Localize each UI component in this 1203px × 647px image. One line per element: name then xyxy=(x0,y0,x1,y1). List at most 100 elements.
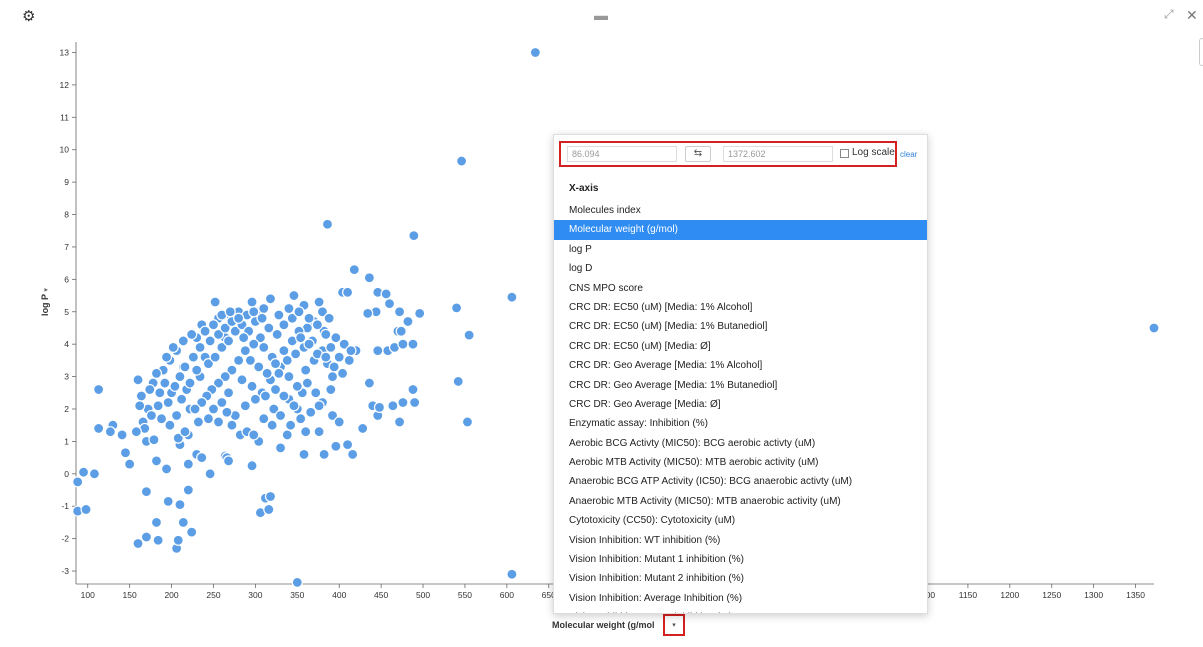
data-point[interactable] xyxy=(281,354,293,366)
data-point[interactable] xyxy=(288,289,300,302)
data-point[interactable] xyxy=(132,374,144,386)
data-point[interactable] xyxy=(455,155,468,167)
x-axis-selector[interactable]: Molecular weight (g/mol xyxy=(552,613,655,637)
data-point[interactable] xyxy=(393,416,406,428)
data-point[interactable] xyxy=(249,393,261,405)
axis-option[interactable]: log D xyxy=(554,259,927,278)
data-point[interactable] xyxy=(330,332,342,344)
data-point[interactable] xyxy=(290,348,302,360)
axis-option[interactable]: Vision Inhibition: WT inhibition (%) xyxy=(554,531,927,550)
data-point[interactable] xyxy=(261,367,273,379)
data-point[interactable] xyxy=(222,455,235,467)
data-point[interactable] xyxy=(281,429,293,441)
data-point[interactable] xyxy=(298,448,310,460)
axis-option[interactable]: Vision Inhibition: Max... inhibition (%) xyxy=(554,608,927,613)
data-point[interactable] xyxy=(184,377,196,389)
data-point[interactable] xyxy=(140,486,153,498)
data-point[interactable] xyxy=(278,319,290,331)
data-point[interactable] xyxy=(363,377,375,389)
data-point[interactable] xyxy=(248,429,260,441)
data-point[interactable] xyxy=(159,377,171,389)
data-point[interactable] xyxy=(192,416,204,428)
data-point[interactable] xyxy=(167,341,179,354)
data-point[interactable] xyxy=(238,332,250,344)
data-point[interactable] xyxy=(150,367,163,379)
data-point[interactable] xyxy=(194,341,206,354)
axis-option[interactable]: CRC DR: Geo Average [Media: Ø] xyxy=(554,395,927,414)
data-point[interactable] xyxy=(463,329,475,341)
data-point[interactable] xyxy=(258,302,270,315)
data-point[interactable] xyxy=(204,468,216,480)
data-point[interactable] xyxy=(182,484,194,496)
data-point[interactable] xyxy=(191,364,203,376)
data-point[interactable] xyxy=(135,390,147,402)
data-point[interactable] xyxy=(283,302,295,315)
data-point[interactable] xyxy=(88,468,101,480)
data-point[interactable] xyxy=(301,377,313,389)
data-point[interactable] xyxy=(207,319,220,331)
data-point[interactable] xyxy=(264,490,277,503)
data-point[interactable] xyxy=(204,335,216,347)
data-point[interactable] xyxy=(328,361,340,373)
data-point[interactable] xyxy=(239,345,251,357)
axis-option[interactable]: Molecules index xyxy=(554,201,927,220)
data-point[interactable] xyxy=(343,354,355,366)
data-point[interactable] xyxy=(305,406,317,418)
data-point[interactable] xyxy=(397,396,409,409)
data-point[interactable] xyxy=(325,383,337,396)
axis-option[interactable]: Anaerobic MTB Activity (MIC50): MTB anae… xyxy=(554,492,927,511)
data-point[interactable] xyxy=(154,387,166,399)
data-point[interactable] xyxy=(408,229,420,242)
data-point[interactable] xyxy=(402,315,414,328)
data-point[interactable] xyxy=(140,531,153,543)
data-point[interactable] xyxy=(323,312,335,324)
axis-option[interactable]: CNS MPO score xyxy=(554,279,927,298)
data-point[interactable] xyxy=(310,387,322,399)
axis-option[interactable]: Vision Inhibition: Average Inhibition (%… xyxy=(554,589,927,608)
data-point[interactable] xyxy=(271,328,283,341)
data-point[interactable] xyxy=(224,306,236,318)
data-point[interactable] xyxy=(362,307,374,319)
range-max-input[interactable] xyxy=(723,146,833,162)
data-point[interactable] xyxy=(233,354,245,366)
axis-option[interactable]: Vision Inhibition: Mutant 2 inhibition (… xyxy=(554,569,927,588)
data-point[interactable] xyxy=(150,516,163,529)
axis-option[interactable]: CRC DR: Geo Average [Media: 1% Butanedio… xyxy=(554,376,927,395)
data-point[interactable] xyxy=(313,426,325,438)
data-point[interactable] xyxy=(506,291,518,303)
data-point[interactable] xyxy=(209,351,221,363)
data-point[interactable] xyxy=(363,272,375,284)
data-point[interactable] xyxy=(164,419,176,431)
data-point[interactable] xyxy=(300,364,312,376)
data-point[interactable] xyxy=(303,338,315,350)
data-point[interactable] xyxy=(244,354,256,366)
data-point[interactable] xyxy=(199,325,211,337)
data-point[interactable] xyxy=(336,367,349,379)
data-point[interactable] xyxy=(321,218,334,230)
data-point[interactable] xyxy=(132,537,144,550)
data-point[interactable] xyxy=(160,351,173,363)
data-point[interactable] xyxy=(256,312,268,324)
data-point[interactable] xyxy=(258,341,270,354)
data-point[interactable] xyxy=(407,383,419,396)
data-point[interactable] xyxy=(269,358,282,370)
axis-option[interactable]: CRC DR: EC50 (uM) [Media: Ø] xyxy=(554,337,927,356)
data-point[interactable] xyxy=(311,319,324,331)
data-point[interactable] xyxy=(152,534,164,546)
axis-option[interactable]: Aerobic MTB Activity (MIC50): MTB aerobi… xyxy=(554,453,927,472)
data-point[interactable] xyxy=(177,335,189,347)
data-point[interactable] xyxy=(116,429,128,441)
data-point[interactable] xyxy=(291,380,303,392)
data-point[interactable] xyxy=(383,298,396,310)
range-min-input[interactable] xyxy=(567,146,677,162)
data-point[interactable] xyxy=(380,288,392,300)
log-scale-label[interactable]: Log scale xyxy=(852,147,895,158)
data-point[interactable] xyxy=(393,306,406,318)
data-point[interactable] xyxy=(295,332,307,344)
data-point[interactable] xyxy=(162,396,174,409)
data-point[interactable] xyxy=(119,447,132,459)
data-point[interactable] xyxy=(196,452,208,464)
axis-option[interactable]: log P xyxy=(554,240,927,259)
data-point[interactable] xyxy=(293,306,305,318)
data-point[interactable] xyxy=(222,335,235,347)
